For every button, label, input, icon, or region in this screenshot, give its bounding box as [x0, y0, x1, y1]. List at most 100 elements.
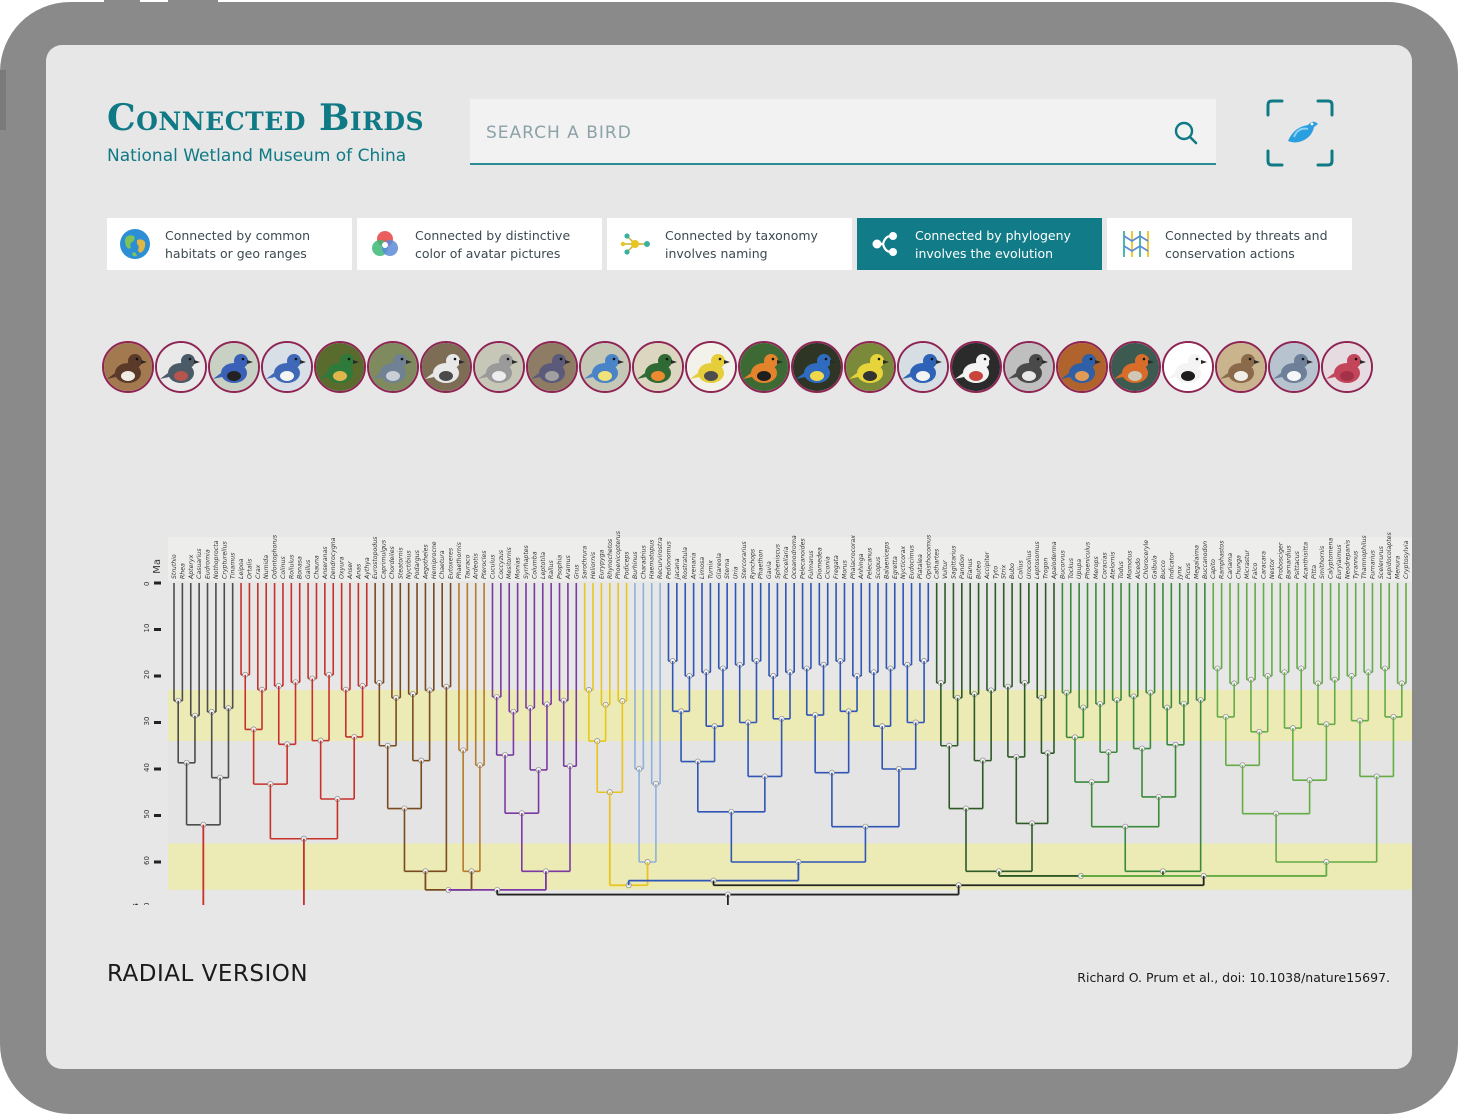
taxon-label: Fulmarus — [808, 550, 815, 579]
app-subtitle: National Wetland Museum of China — [107, 146, 407, 166]
taxon-label: Aegotheles — [421, 544, 429, 580]
taxon-label: Probosciger — [1277, 542, 1284, 579]
taxon-label: Jacana — [674, 558, 681, 581]
taxon-label: Chloroceryle — [1143, 540, 1150, 579]
bird-photo-icon — [1058, 343, 1106, 391]
bird-avatar[interactable] — [473, 341, 525, 393]
phylogeny-tree[interactable]: Ma 0 10 20 30 40 50 60 70Aves StruthioRheaApteryx… — [82, 485, 1412, 927]
device-button — [168, 0, 218, 6]
taxon-label: Turnix — [707, 560, 714, 579]
bird-avatar[interactable] — [155, 341, 207, 393]
bird-avatar[interactable] — [1162, 341, 1214, 393]
taxon-label: Urocolius — [1026, 550, 1033, 579]
taxon-label: Stercorarius — [740, 541, 748, 579]
taxon-label: Colius — [1017, 560, 1024, 579]
bird-avatar[interactable] — [579, 341, 631, 393]
tab-label: Connected by taxonomy involves naming — [665, 228, 818, 261]
taxon-label: Pelecanus — [867, 547, 874, 579]
taxon-label: Gallus — [305, 559, 312, 579]
tab-taxonomy[interactable]: Connected by taxonomy involves naming — [607, 218, 852, 270]
search-button[interactable] — [1173, 120, 1199, 146]
bird-avatar[interactable] — [208, 341, 260, 393]
bird-scan-button[interactable] — [1264, 97, 1336, 169]
taxon-label: Eudromia — [205, 549, 212, 579]
bird-avatar[interactable] — [261, 341, 313, 393]
taxon-label: Columba — [531, 551, 538, 579]
radial-version-link[interactable]: RADIAL VERSION — [107, 961, 308, 987]
taxon-label: Merops — [1093, 556, 1100, 579]
bird-avatar[interactable] — [1003, 341, 1055, 393]
taxon-label: Barnardius — [1286, 545, 1293, 579]
taxon-label: Casuarius — [196, 548, 203, 579]
bird-avatar[interactable] — [1109, 341, 1161, 393]
taxon-label: Micrastur — [1243, 550, 1251, 579]
bird-avatar[interactable] — [685, 341, 737, 393]
taxon-label: Sterna — [723, 558, 731, 579]
bird-avatar[interactable] — [420, 341, 472, 393]
taxon-label: Oxyura — [339, 556, 346, 579]
taxon-label: Sarothrura — [581, 546, 589, 579]
taxon-label: Pandion — [959, 554, 966, 579]
bird-avatar[interactable] — [1268, 341, 1320, 393]
taxon-label: Atelornis — [1109, 551, 1117, 580]
taxon-label: Ramphastos — [1218, 540, 1226, 579]
tab-habitats[interactable]: Connected by common habitats or geo rang… — [107, 218, 352, 270]
axis-tick — [154, 814, 161, 817]
bird-avatar[interactable] — [738, 341, 790, 393]
connection-tabs: Connected by common habitats or geo rang… — [107, 218, 1353, 270]
bird-avatar[interactable] — [367, 341, 419, 393]
bird-photo-icon — [369, 343, 417, 391]
taxon-label: Alcedo — [1135, 558, 1142, 580]
taxon-label: Leptosomus — [1033, 541, 1041, 579]
taxon-label: Strix — [1000, 564, 1008, 579]
taxon-label: Chordeiles — [389, 545, 396, 579]
taxon-label: Eurypyga — [598, 549, 605, 579]
taxon-label: Rollulus — [288, 554, 295, 579]
taxon-label: Coracias — [1101, 552, 1108, 579]
taxon-label: Spheniscus — [774, 543, 781, 579]
root-label: Aves — [131, 903, 141, 905]
taxon-label: Eudocimus — [909, 544, 916, 579]
taxon-label: Anas — [355, 563, 362, 580]
tab-label: Connected by distinctive color of avatar… — [415, 228, 571, 261]
bird-avatar[interactable] — [632, 341, 684, 393]
bird-photo-icon — [1005, 343, 1053, 391]
taxon-label: Charadrius — [640, 545, 647, 579]
taxon-label: Colinus — [280, 556, 287, 579]
bird-avatar[interactable] — [897, 341, 949, 393]
taxon-label: Scelerurus — [1378, 545, 1385, 579]
taxon-label: Pelecanoides — [800, 538, 807, 579]
bird-avatar[interactable] — [791, 341, 843, 393]
bird-avatar[interactable] — [314, 341, 366, 393]
taxon-label: Bucco — [1160, 560, 1167, 579]
bird-avatar[interactable] — [1056, 341, 1108, 393]
taxon-label: Phoenicopterus — [614, 530, 622, 579]
taxon-label: Acanthisitta — [1301, 542, 1309, 580]
bird-avatar[interactable] — [950, 341, 1002, 393]
taxon-label: Bubo — [1009, 563, 1016, 579]
bird-photo-icon — [210, 343, 258, 391]
bird-avatar[interactable] — [1215, 341, 1267, 393]
taxon-label: Steatornis — [396, 547, 404, 579]
bird-avatar[interactable] — [102, 341, 154, 393]
taxon-label: Sagittarius — [949, 545, 957, 579]
tab-phylogeny[interactable]: Connected by phylogeny involves the evol… — [857, 218, 1102, 270]
bird-avatar[interactable] — [526, 341, 578, 393]
bird-avatar[interactable] — [844, 341, 896, 393]
tab-threats[interactable]: Connected by threats and conservation ac… — [1107, 218, 1352, 270]
taxon-label: Burhinus — [632, 551, 639, 579]
bird-photo-icon — [422, 343, 470, 391]
search-input[interactable] — [484, 117, 1138, 149]
taxon-label: Platalea — [916, 554, 924, 579]
taxon-label: Tinamus — [230, 552, 237, 579]
taxon-label: Crypturellus — [220, 540, 228, 579]
taxon-label: Chaetura — [438, 550, 446, 579]
taxon-label: Cryptosylvia — [1402, 540, 1410, 579]
taxon-label: Fregata — [832, 555, 840, 579]
tab-color[interactable]: Connected by distinctive color of avatar… — [357, 218, 602, 270]
bird-avatar[interactable] — [1321, 341, 1373, 393]
taxonomy-icon — [620, 233, 650, 255]
taxon-label: Scopus — [875, 556, 882, 579]
taxon-label: Aythya — [363, 557, 371, 580]
axis-tick-label: 30 — [143, 717, 151, 726]
